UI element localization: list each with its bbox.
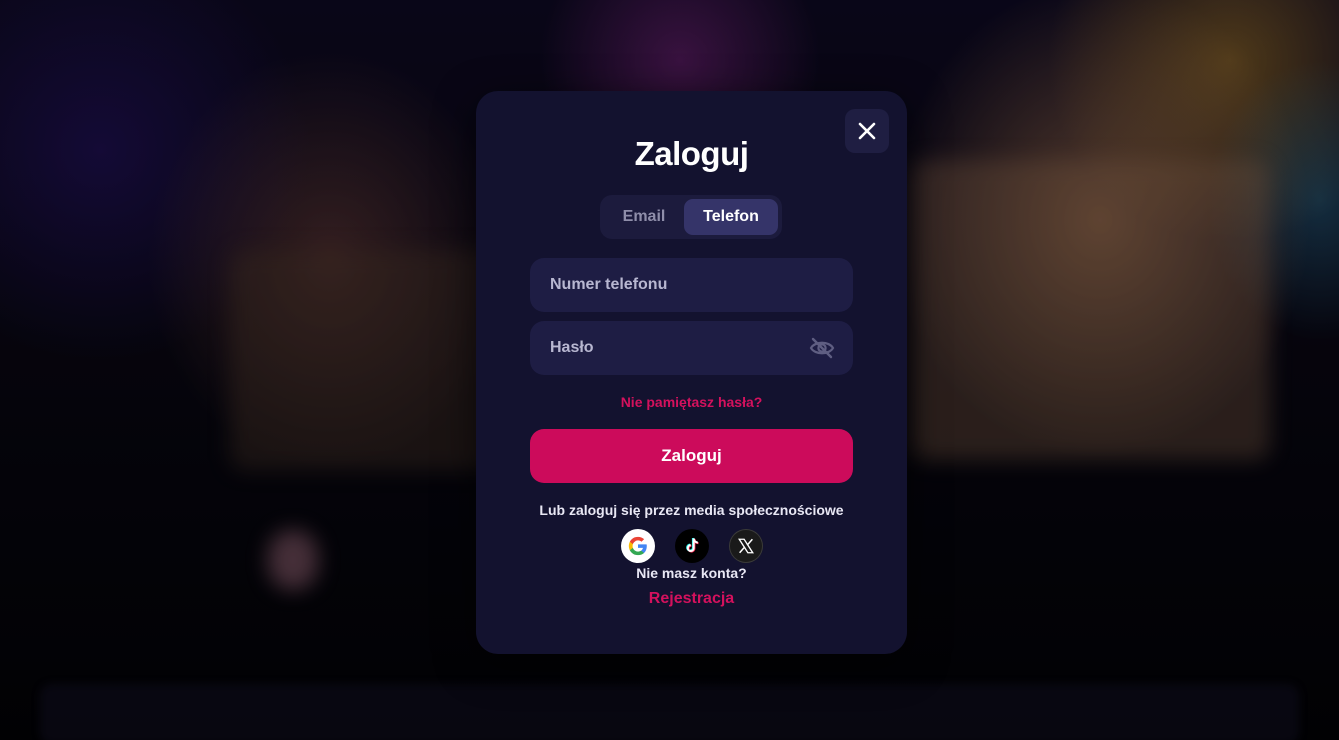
x-icon [737, 538, 754, 554]
login-button[interactable]: Zaloguj [530, 429, 853, 483]
forgot-password-link[interactable]: Nie pamiętasz hasła? [476, 394, 907, 410]
tab-phone[interactable]: Telefon [684, 199, 778, 235]
phone-field [530, 258, 853, 312]
no-account-text: Nie masz konta? [636, 565, 747, 581]
login-method-tabs: Email Telefon [600, 195, 782, 239]
tiktok-icon [685, 537, 699, 553]
x-login-button[interactable] [728, 529, 763, 563]
google-login-button[interactable] [620, 529, 655, 563]
tiktok-login-button[interactable] [674, 529, 709, 563]
eye-off-icon[interactable] [809, 336, 835, 360]
social-login-buttons [476, 529, 907, 563]
tab-email[interactable]: Email [604, 199, 684, 235]
password-field [530, 321, 853, 375]
google-icon [628, 536, 647, 556]
password-input[interactable] [548, 338, 809, 358]
login-modal: Zaloguj Email Telefon Nie pamiętasz hasł… [476, 91, 907, 654]
social-login-label: Lub zaloguj się przez media społeczności… [539, 502, 844, 518]
modal-title: Zaloguj [634, 135, 749, 172]
register-link[interactable]: Rejestracja [476, 590, 907, 608]
phone-input[interactable] [548, 275, 835, 295]
